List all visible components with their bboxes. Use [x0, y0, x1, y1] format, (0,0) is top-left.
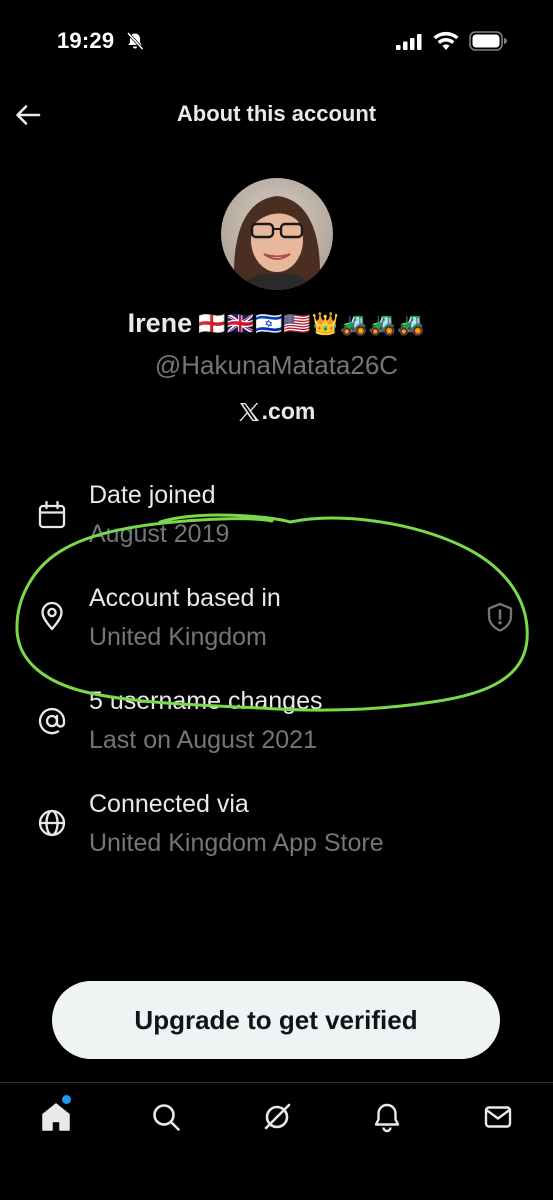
- info-item-account-based-in: Account based in United Kingdom: [0, 584, 553, 668]
- profile-name: Irene: [127, 308, 193, 338]
- info-item-username-changes: 5 username changes Last on August 2021: [0, 687, 553, 771]
- notification-dot: [62, 1095, 71, 1104]
- nav-home[interactable]: [36, 1097, 76, 1137]
- x-logo-icon: [238, 401, 260, 423]
- grok-icon: [261, 1101, 293, 1133]
- mail-icon: [482, 1101, 514, 1133]
- bell-icon: [371, 1101, 403, 1133]
- profile-handle: @HakunaMatata26C: [154, 350, 399, 380]
- nav-grok[interactable]: [257, 1097, 297, 1137]
- info-value: United Kingdom App Store: [89, 829, 384, 857]
- info-value: Last on August 2021: [89, 726, 317, 754]
- calendar-icon: [36, 499, 68, 531]
- info-title: Connected via: [89, 790, 249, 818]
- info-item-connected-via: Connected via United Kingdom App Store: [0, 790, 553, 874]
- avatar: [221, 178, 333, 290]
- cellular-signal-icon: [396, 34, 422, 50]
- battery-icon: [469, 31, 507, 51]
- status-time: 19:29: [57, 28, 115, 53]
- info-item-date-joined: Date joined August 2019: [0, 481, 553, 565]
- upgrade-button[interactable]: Upgrade to get verified: [52, 981, 500, 1059]
- search-icon: [150, 1101, 182, 1133]
- globe-icon: [36, 807, 68, 839]
- info-title: Account based in: [89, 584, 281, 612]
- at-sign-icon: [36, 705, 68, 737]
- location-pin-icon: [36, 600, 68, 632]
- bottom-nav: [0, 1082, 553, 1200]
- status-bar: 19:29: [0, 0, 553, 80]
- page-title: About this account: [176, 101, 377, 126]
- info-title: 5 username changes: [89, 687, 323, 715]
- bell-off-icon: [125, 31, 145, 51]
- nav-search[interactable]: [146, 1097, 186, 1137]
- profile-emoji: 🏴󠁧󠁢󠁥󠁮󠁧󠁿🇬🇧🇮🇱🇺🇸👑🚜🚜🚜: [198, 310, 426, 336]
- info-value: United Kingdom: [89, 623, 267, 651]
- nav-notifications[interactable]: [367, 1097, 407, 1137]
- wifi-icon: [433, 31, 459, 51]
- site-row: .com: [0, 398, 553, 425]
- info-title: Date joined: [89, 481, 216, 509]
- profile-name-row: Irene 🏴󠁧󠁢󠁥󠁮󠁧󠁿🇬🇧🇮🇱🇺🇸👑🚜🚜🚜: [0, 308, 553, 339]
- nav-messages[interactable]: [478, 1097, 518, 1137]
- site-text: .com: [261, 398, 316, 424]
- home-icon: [40, 1101, 72, 1133]
- info-value: August 2019: [89, 520, 230, 548]
- shield-alert-icon[interactable]: [485, 601, 515, 633]
